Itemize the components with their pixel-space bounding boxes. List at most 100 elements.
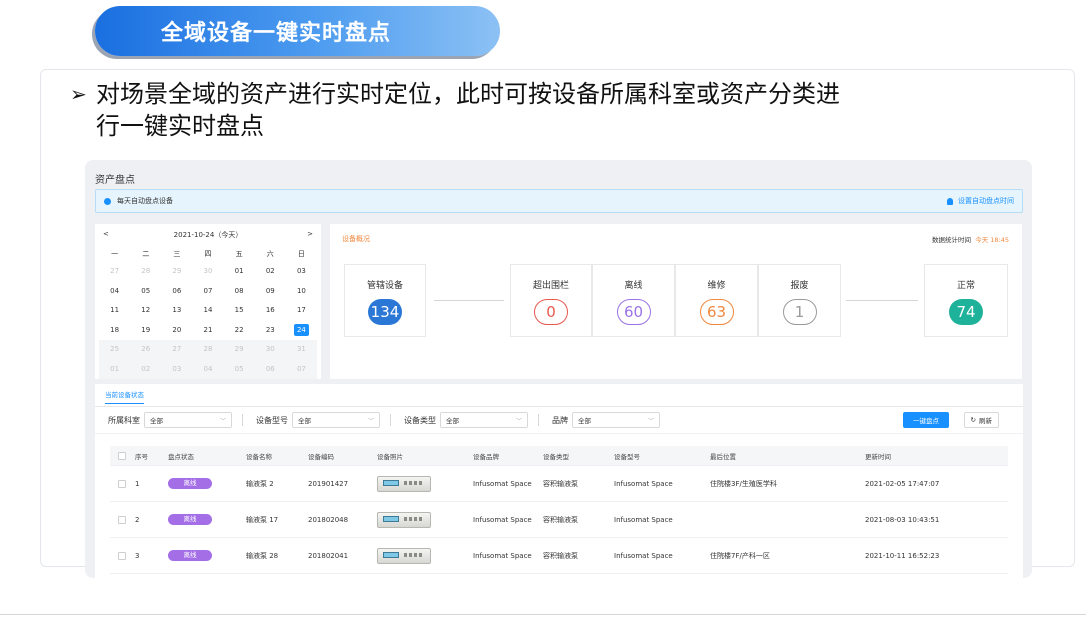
calendar-day[interactable]: 17	[286, 301, 317, 321]
brand-select[interactable]: 全部 ﹀	[572, 412, 660, 428]
col-header: 盘点状态	[168, 452, 194, 461]
calendar-day[interactable]: 06	[254, 359, 286, 379]
connector-line	[434, 300, 504, 301]
model-select[interactable]: 全部 ﹀	[292, 412, 380, 428]
calendar-day[interactable]: 13	[161, 301, 192, 321]
stat-out-of-fence[interactable]: 超出围栏 0	[510, 264, 592, 337]
calendar-day[interactable]: 04	[192, 359, 224, 379]
status-badge: 离线	[168, 514, 212, 525]
calendar-day[interactable]: 14	[192, 301, 223, 321]
calendar-day[interactable]: 06	[161, 282, 192, 302]
calendar-day[interactable]: 04	[99, 282, 130, 302]
bullet-point: ➢ 对场景全域的资产进行实时定位，此时可按设备所属科室或资产分类进行一键实时盘点	[70, 78, 856, 142]
calendar-day[interactable]: 07	[285, 359, 317, 379]
divider	[538, 414, 539, 426]
col-header: 设备类型	[543, 452, 569, 461]
col-header: 设备编码	[308, 452, 334, 461]
cell-index: 3	[135, 551, 140, 560]
table-header: 序号 盘点状态 设备名称 设备编码 设备照片 设备品牌 设备类型 设备型号 最后…	[110, 446, 1008, 466]
calendar-day[interactable]: 28	[192, 340, 224, 360]
device-photo	[377, 473, 431, 495]
filter-label-model: 设备型号	[256, 415, 288, 425]
cell-brand: Infusomat Space	[473, 515, 532, 524]
department-select[interactable]: 全部 ﹀	[144, 412, 232, 428]
calendar-day[interactable]: 05	[130, 282, 161, 302]
refresh-button[interactable]: ↻ 刷新	[963, 412, 999, 428]
stat-repair[interactable]: 维修 63	[675, 264, 758, 337]
row-checkbox[interactable]	[118, 515, 126, 524]
set-auto-inventory-link[interactable]: 设置自动盘点时间	[947, 196, 1014, 206]
weekday-label: 一	[111, 250, 119, 258]
weekday-label: 四	[204, 250, 212, 258]
calendar-day[interactable]: 12	[130, 301, 161, 321]
calendar-day[interactable]: 02	[130, 359, 162, 379]
info-icon	[104, 197, 111, 205]
calendar-day[interactable]: 26	[130, 340, 162, 360]
calendar-day[interactable]: 27	[99, 262, 130, 282]
device-table: 序号 盘点状态 设备名称 设备编码 设备照片 设备品牌 设备类型 设备型号 最后…	[110, 446, 1008, 574]
calendar-prev-button[interactable]: <	[103, 230, 109, 240]
calendar-day[interactable]: 21	[192, 321, 223, 341]
calendar-day[interactable]: 20	[161, 321, 192, 341]
cell-updated: 2021-08-03 10:43:51	[865, 515, 940, 524]
divider	[390, 414, 391, 426]
department-select-value: 全部	[150, 417, 163, 425]
stat-label: 报废	[790, 281, 809, 291]
stat-label: 管辖设备	[366, 281, 403, 291]
calendar-next-button[interactable]: >	[307, 230, 313, 240]
auto-inventory-notice: 每天自动盘点设备 设置自动盘点时间	[95, 189, 1023, 213]
type-select-value: 全部	[446, 417, 459, 425]
calendar-day[interactable]: 08	[224, 282, 255, 302]
calendar-day[interactable]: 29	[161, 262, 192, 282]
device-photo	[377, 545, 431, 567]
table-row[interactable]: 1 离线 输液泵 2 201901427 Infusomat Space 容积输…	[110, 466, 1008, 502]
calendar-day[interactable]: 15	[224, 301, 255, 321]
stat-offline[interactable]: 离线 60	[592, 264, 675, 337]
notice-text: 每天自动盘点设备	[117, 197, 173, 205]
stat-scrapped[interactable]: 报废 1	[758, 264, 841, 337]
calendar-day[interactable]: 16	[255, 301, 286, 321]
cell-code: 201802041	[308, 551, 349, 560]
calendar-day[interactable]: 01	[99, 359, 131, 379]
calendar-day[interactable]: 19	[130, 321, 161, 341]
calendar-day[interactable]: 27	[161, 340, 193, 360]
row-checkbox[interactable]	[118, 551, 126, 560]
calendar-day[interactable]: 09	[255, 282, 286, 302]
calendar-day[interactable]: 01	[224, 262, 255, 282]
stat-managed[interactable]: 管辖设备 134	[344, 264, 426, 337]
calendar-day[interactable]: 31	[285, 340, 317, 360]
table-row[interactable]: 2 离线 输液泵 17 201802048 Infusomat Space 容积…	[110, 502, 1008, 538]
chevron-down-icon: ﹀	[515, 417, 522, 425]
row-checkbox[interactable]	[118, 479, 126, 488]
one-click-inventory-button[interactable]: 一键盘点	[903, 412, 949, 428]
stat-label: 正常	[956, 281, 975, 291]
cell-model: Infusomat Space	[614, 479, 673, 488]
table-row[interactable]: 3 离线 输液泵 28 201802041 Infusomat Space 容积…	[110, 538, 1008, 574]
col-header: 最后位置	[710, 452, 736, 461]
calendar-day[interactable]: 10	[286, 282, 317, 302]
type-select[interactable]: 全部 ﹀	[440, 412, 528, 428]
calendar-day[interactable]: 23	[255, 321, 286, 341]
calendar-day[interactable]: 29	[223, 340, 255, 360]
calendar-day[interactable]: 22	[224, 321, 255, 341]
calendar-day[interactable]: 05	[223, 359, 255, 379]
calendar-day[interactable]: 03	[161, 359, 193, 379]
select-all-checkbox[interactable]	[118, 451, 126, 460]
calendar-day-selected[interactable]: 24	[286, 321, 317, 341]
calendar-day[interactable]: 02	[255, 262, 286, 282]
calendar-day[interactable]: 28	[130, 262, 161, 282]
stat-normal[interactable]: 正常 74	[924, 264, 1008, 337]
calendar-day[interactable]: 25	[99, 340, 131, 360]
stat-label: 维修	[707, 281, 726, 291]
selected-day-label: 24	[293, 323, 309, 336]
col-header: 设备型号	[614, 452, 640, 461]
tab-current-status[interactable]: 当前设备状态	[105, 389, 144, 404]
calendar-day[interactable]: 30	[254, 340, 286, 360]
calendar-day[interactable]: 18	[99, 321, 130, 341]
calendar-day[interactable]: 07	[192, 282, 223, 302]
cell-index: 2	[135, 515, 140, 524]
calendar-day[interactable]: 11	[99, 301, 130, 321]
calendar-day[interactable]: 30	[192, 262, 223, 282]
cell-code: 201901427	[308, 479, 349, 488]
calendar-day[interactable]: 03	[286, 262, 317, 282]
